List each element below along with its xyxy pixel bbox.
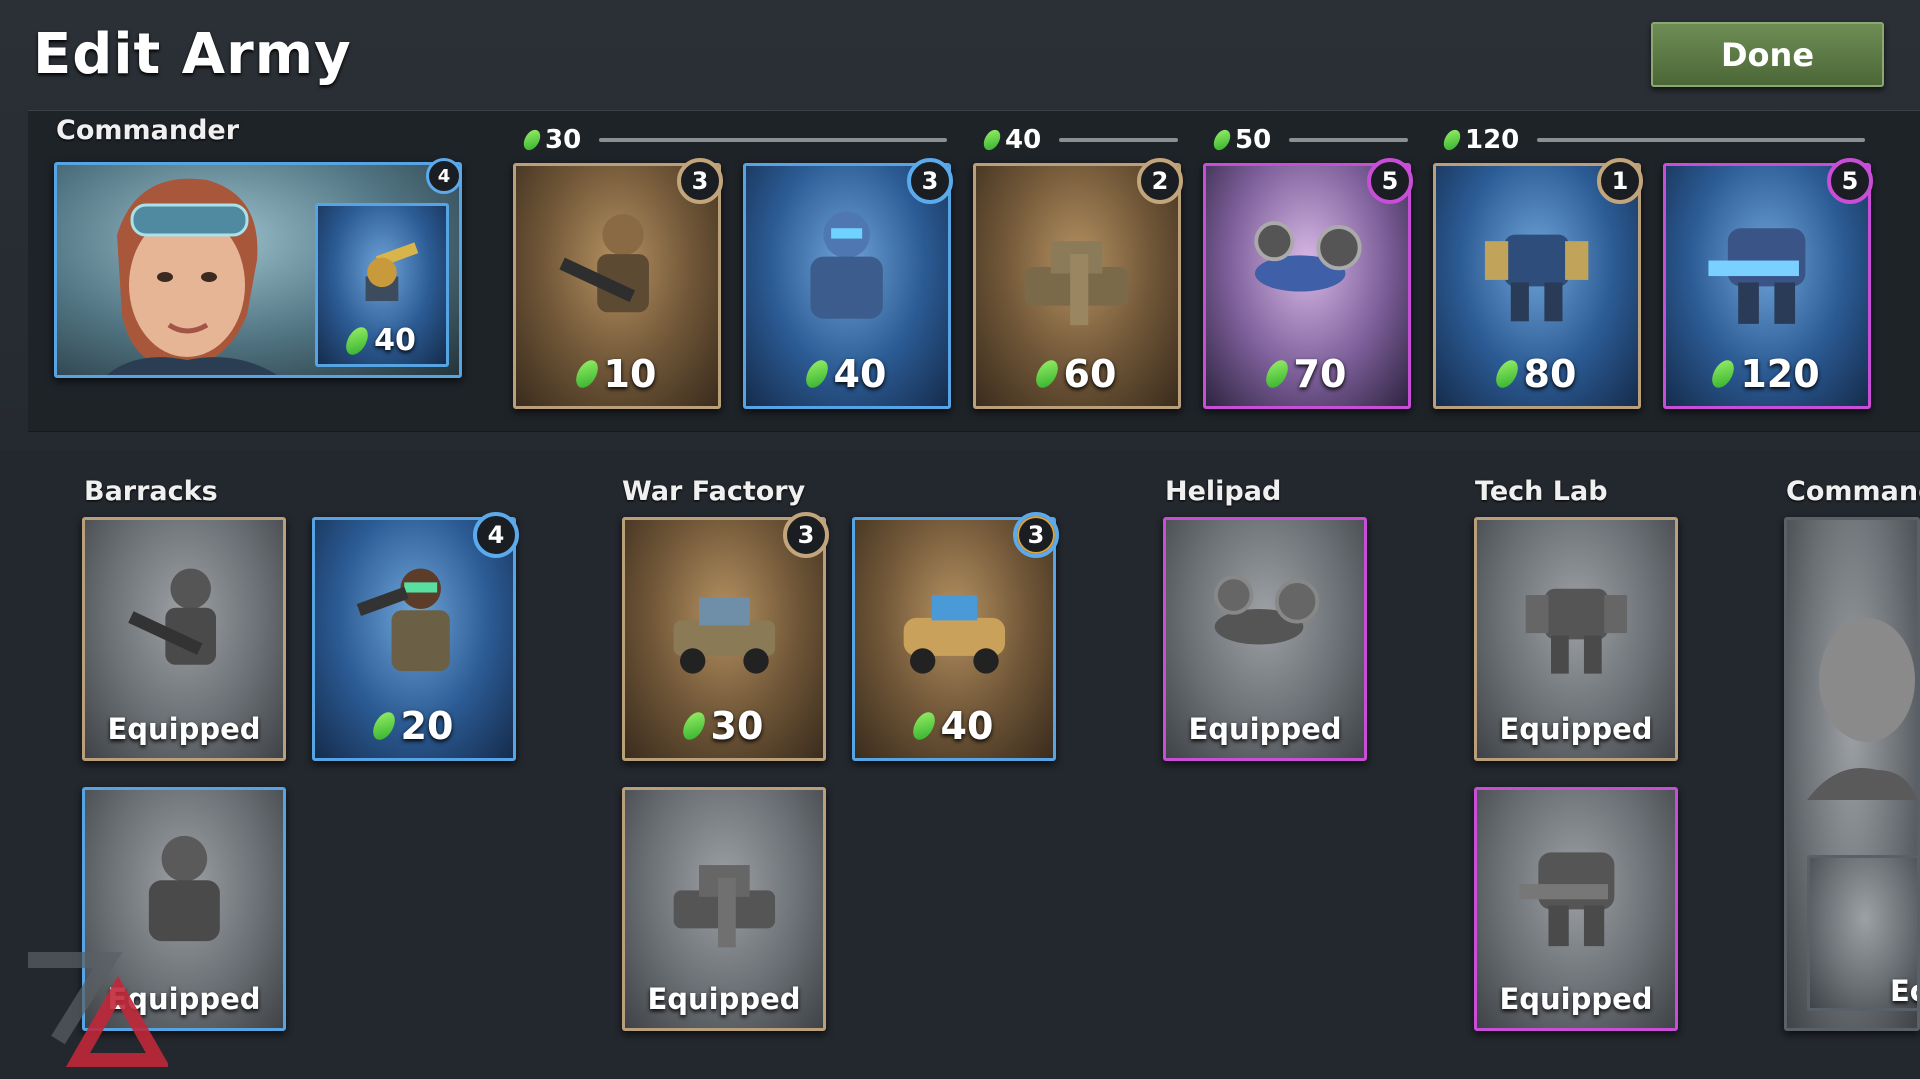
watermark-logo: [28, 952, 168, 1067]
deck-card-cost: 70: [1293, 352, 1347, 396]
done-button[interactable]: Done: [1651, 22, 1884, 87]
commander-portrait: [107, 178, 277, 375]
equipped-label: Ec: [1889, 974, 1917, 1008]
cost-group-40: 40: [980, 125, 1178, 155]
deck-card-4-level-badge: 5: [1367, 158, 1413, 204]
heavy-mech-icon: [1708, 228, 1806, 324]
deck-card-cost: 40: [833, 352, 887, 396]
equipped-label: Equipped: [1499, 982, 1653, 1016]
deck-card-6-level-badge: 5: [1827, 158, 1873, 204]
equipped-label: Equipped: [1188, 712, 1342, 746]
helipad-label: Helipad: [1165, 476, 1282, 507]
gem-icon: [341, 323, 373, 358]
commander-section-card[interactable]: Ec: [1784, 517, 1920, 1031]
deck-card-cost: 60: [1063, 352, 1117, 396]
war-factory-label: War Factory: [622, 476, 806, 507]
cost-group-120: 120: [1440, 125, 1865, 155]
jeep-icon: [673, 597, 775, 674]
tech-lab-label: Tech Lab: [1475, 476, 1608, 507]
tank-icon: [1025, 240, 1129, 325]
deck-card-cost: 80: [1523, 352, 1577, 396]
barracks-card-2-level-badge: 4: [473, 512, 519, 558]
cost-group-line: [1059, 138, 1178, 142]
turret-icon: [365, 242, 419, 302]
equipped-label: Equipped: [107, 712, 261, 746]
deck-card-1-level-badge: 3: [677, 158, 723, 204]
deck-card-cost: 10: [603, 352, 657, 396]
goggles-trooper-icon: [356, 567, 450, 671]
barracks-card-1[interactable]: Equipped: [82, 517, 286, 761]
deck-card-5-level-badge: 1: [1597, 158, 1643, 204]
gem-icon: [678, 708, 709, 744]
gem-icon: [908, 708, 939, 744]
helipad-card-1[interactable]: Equipped: [1163, 517, 1367, 761]
gem-icon: [1261, 356, 1292, 392]
commander-ability-card[interactable]: 40: [315, 203, 449, 367]
war-factory-card-2-level-badge: 3: [1013, 512, 1059, 558]
gem-icon: [571, 356, 602, 392]
armored-trooper-icon: [148, 835, 220, 941]
cost-group-value: 40: [1005, 125, 1042, 155]
barracks-card-cost: 20: [400, 704, 454, 748]
page-title: Edit Army: [33, 22, 352, 87]
buggy-icon: [903, 594, 1005, 674]
gunship-icon: [1254, 220, 1362, 292]
commander-label: Commander: [56, 115, 240, 146]
gem-icon: [368, 708, 399, 744]
barracks-label: Barracks: [84, 476, 218, 507]
deck-card-cost: 120: [1740, 352, 1820, 396]
cost-group-line: [1537, 138, 1865, 142]
commander-section-label: Commande: [1786, 476, 1920, 507]
rifleman-icon: [559, 213, 650, 313]
commander-card[interactable]: 40: [54, 162, 462, 378]
deck-card-3-level-badge: 2: [1137, 158, 1183, 204]
cost-group-value: 30: [545, 125, 582, 155]
war-factory-card-1-level-badge: 3: [783, 512, 829, 558]
mech-icon: [1485, 234, 1589, 322]
cost-group-30: 30: [520, 125, 947, 155]
deck-card-2-level-badge: 3: [907, 158, 953, 204]
tank-icon: [673, 864, 775, 947]
gem-icon: [801, 356, 832, 392]
commander-ability-cost: 40: [374, 323, 416, 358]
gem-icon: [1708, 356, 1739, 392]
cost-group-line: [1289, 138, 1408, 142]
gunship-icon: [1213, 574, 1319, 645]
mech-icon: [1525, 588, 1627, 674]
heavy-mech-icon: [1518, 851, 1614, 946]
armored-trooper-icon: [810, 211, 884, 319]
war-factory-card-cost: 30: [710, 704, 764, 748]
cost-group-value: 120: [1465, 125, 1520, 155]
gem-icon: [1031, 356, 1062, 392]
commander-ability-level-badge: 4: [426, 158, 462, 194]
equipped-label: Equipped: [1499, 712, 1653, 746]
tech-lab-card-2[interactable]: Equipped: [1474, 787, 1678, 1031]
rifleman-icon: [127, 567, 216, 665]
cost-group-value: 50: [1235, 125, 1272, 155]
cost-group-line: [599, 138, 947, 142]
cost-group-50: 50: [1210, 125, 1408, 155]
commander-portrait: [1807, 618, 1917, 800]
equipped-label: Equipped: [647, 982, 801, 1016]
gem-icon: [1491, 356, 1522, 392]
tech-lab-card-1[interactable]: Equipped: [1474, 517, 1678, 761]
war-factory-card-3[interactable]: Equipped: [622, 787, 826, 1031]
war-factory-card-cost: 40: [940, 704, 994, 748]
